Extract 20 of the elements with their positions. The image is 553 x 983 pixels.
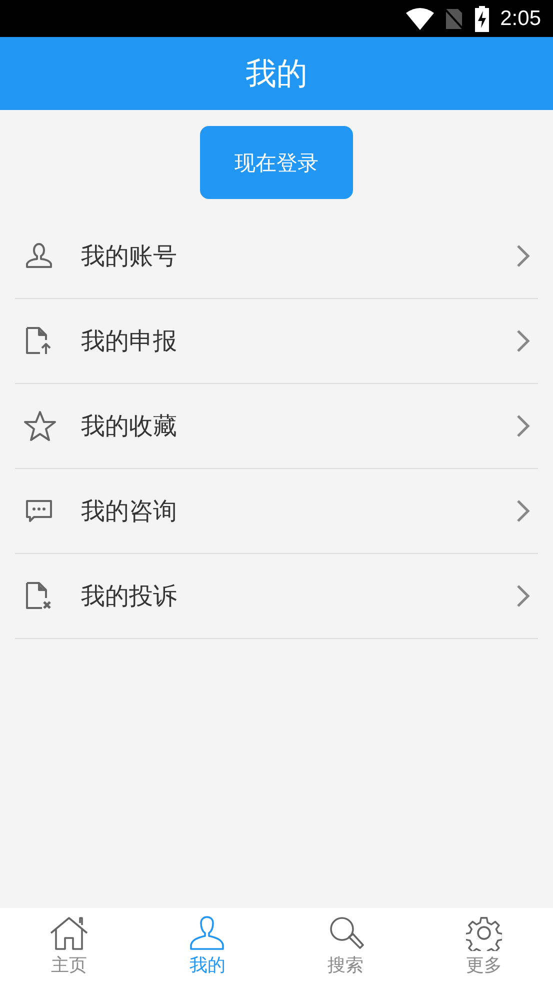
menu-item-label[interactable]: 我的收藏 bbox=[73, 410, 516, 442]
page-title: 我的 bbox=[246, 54, 308, 94]
search-icon bbox=[328, 914, 364, 950]
star-icon bbox=[23, 410, 57, 442]
settings-icon bbox=[466, 914, 502, 950]
chevron-right-icon bbox=[516, 584, 530, 608]
wifi-icon bbox=[406, 8, 434, 30]
menu-item-label[interactable]: 我的申报 bbox=[73, 325, 516, 357]
chevron-right-icon bbox=[516, 244, 530, 268]
menu-item-label[interactable]: 我的投诉 bbox=[73, 580, 516, 612]
chevron-right-icon bbox=[516, 414, 530, 438]
menu-item-label[interactable]: 我的账号 bbox=[73, 240, 516, 272]
person-icon bbox=[189, 914, 226, 950]
no-sim-icon bbox=[444, 6, 464, 30]
clock: 2:05 bbox=[500, 6, 541, 30]
home-icon bbox=[49, 914, 90, 950]
chevron-right-icon bbox=[516, 499, 530, 523]
battery-icon bbox=[474, 6, 490, 32]
chevron-right-icon bbox=[516, 329, 530, 353]
menu-item-label[interactable]: 我的咨询 bbox=[73, 495, 516, 527]
